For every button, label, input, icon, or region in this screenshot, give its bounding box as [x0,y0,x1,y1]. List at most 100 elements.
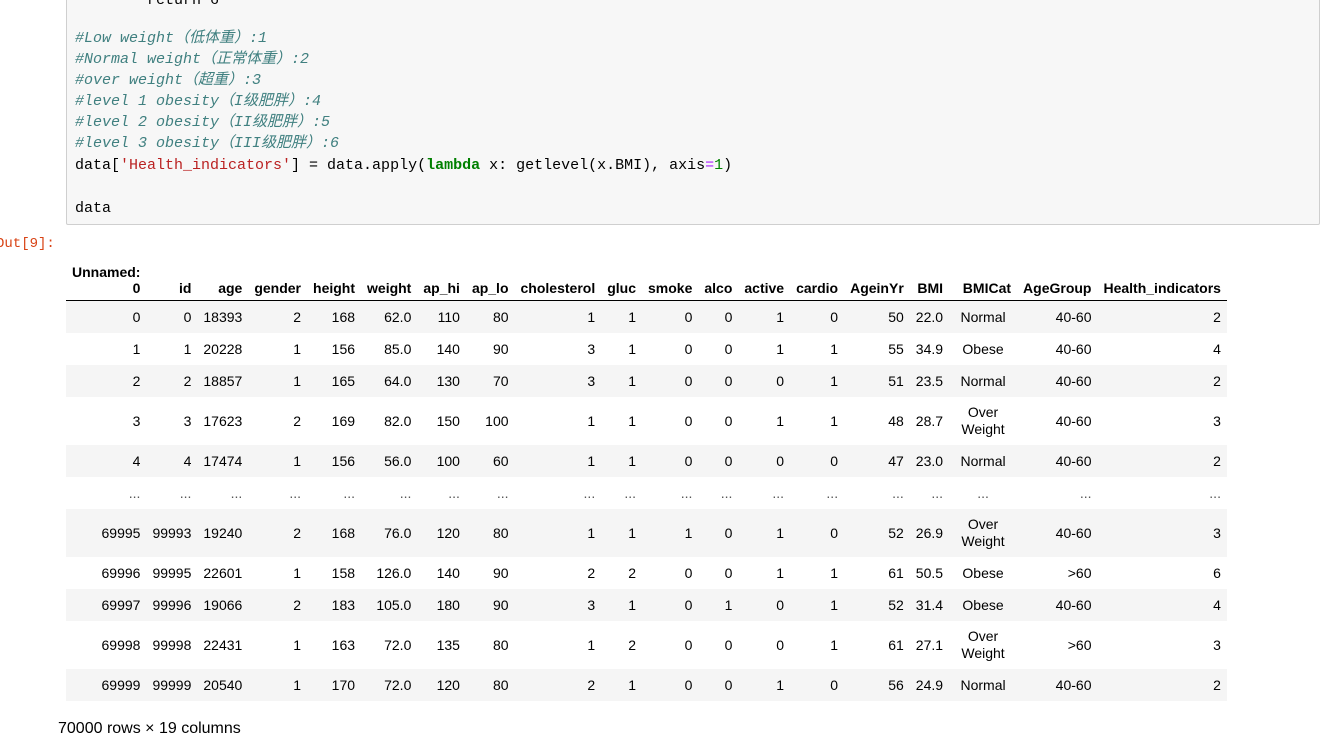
table-cell: 52 [888,525,904,541]
table-cell: 180 [436,597,460,613]
table-cell: 1 [830,597,839,613]
table-cell: 20540 [203,677,243,693]
table-cell: 90 [492,565,509,581]
table-cell: 0 [684,677,693,693]
row-index: 69999 [101,677,141,693]
table-cell: 1 [776,565,785,581]
table-cell: 40-60 [1055,525,1092,541]
table-cell: 0 [684,309,693,325]
header-row: Unnamed: 0 id age gender height weight ap_hi ap… [66,250,1227,301]
table-cell: ... [931,485,944,501]
table-cell: 169 [331,413,356,429]
table-cell: Obese [962,596,1004,613]
table-cell: 3 [1213,637,1221,653]
dataframe-table: Unnamed: 0 id age gender height weight ap_hi ap… [66,250,1227,701]
table-cell: 1 [830,341,839,357]
table-cell: 1 [776,341,785,357]
table-cell: 0 [724,677,733,693]
table-cell: 183 [331,597,356,613]
code-token: ] = data.apply( [291,157,427,174]
table-cell: >60 [1067,637,1092,653]
table-cell: 22.0 [915,309,944,325]
table-cell: 99993 [152,525,192,541]
table-cell: 1 [776,525,785,541]
code-number: 1 [714,157,724,174]
code-token: ) [723,157,733,174]
table-cell: 3 [1213,413,1221,429]
table-cell: 52 [888,597,904,613]
table-cell: 0 [830,525,839,541]
table-cell: 2 [1213,373,1221,389]
table-cell: 1 [684,525,693,541]
code-comment: #Low weight（低体重）:1 [75,30,268,47]
table-cell: Over Weight [961,516,1005,549]
table-cell: 72.0 [384,637,412,653]
table-cell: 165 [331,373,356,389]
table-cell: 130 [436,373,460,389]
table-cell: 0 [776,597,785,613]
table-cell: 1 [628,677,636,693]
table-cell: 140 [436,341,460,357]
table-cell: 1 [587,525,596,541]
table-row: 4 4 17474 1 156 56.0 100 60 1 1 0 0 0 0 47 23.0 Normal 40… [66,445,1227,477]
table-cell: ... [772,485,785,501]
table-cell: 19240 [203,525,243,541]
table-cell: 4 [1213,341,1221,357]
table-cell: 90 [492,597,509,613]
table-cell: 2 [628,637,636,653]
table-cell: 1 [830,565,839,581]
table-cell: 0 [183,309,192,325]
table-cell: 2 [183,373,192,389]
table-cell: 6 [1213,565,1221,581]
row-index: 69997 [101,597,141,613]
table-cell: 61 [888,637,904,653]
column-header: id [146,250,198,301]
column-header: gender [248,250,308,301]
table-cell: 3 [1213,525,1221,541]
table-cell: ... [343,485,356,501]
table-cell: 23.5 [915,373,944,389]
table-cell: 0 [724,453,733,469]
table-cell: 0 [684,597,693,613]
table-cell: 1 [628,413,636,429]
table-cell: 34.9 [915,341,944,357]
code-cell[interactable]: return 6 #Low weight（低体重）:1 #Normal weig… [66,0,1320,225]
column-header: BMI [909,250,950,301]
table-cell: 22601 [203,565,243,581]
table-cell: Normal [960,372,1006,389]
table-cell: 1 [628,373,636,389]
table-cell: 1 [628,453,636,469]
table-cell: 50.5 [915,565,944,581]
table-cell: 40-60 [1055,309,1092,325]
table-cell: Obese [962,340,1004,357]
table-row: 3 3 17623 2 169 82.0 150 100 1 1 0 0 1 1 48 28.7 Over We… [66,397,1227,445]
table-cell: 50 [888,309,904,325]
table-cell: 51 [888,373,904,389]
column-header: BMICat [949,250,1018,301]
column-header: cardio [790,250,845,301]
table-cell: 40-60 [1055,373,1092,389]
table-cell: 1 [628,525,636,541]
code-token: data[ [75,157,121,174]
table-cell: 61 [888,565,904,581]
code-comment: #level 1 obesity（I级肥胖）:4 [75,93,322,110]
table-cell: 0 [724,341,733,357]
output-prompt: Out[9]: [0,236,55,252]
table-cell: 100 [436,453,460,469]
column-header: smoke [642,250,699,301]
table-cell: 2 [628,565,636,581]
table-cell: 47 [888,453,904,469]
table-cell: 0 [684,565,693,581]
table-cell: 62.0 [384,309,412,325]
table-cell: 80 [492,677,509,693]
table-cell: ... [179,485,192,501]
row-index: 69996 [101,565,141,581]
table-cell: Normal [960,676,1006,693]
table-cell: Normal [960,452,1006,469]
code-line-data: data [75,200,112,217]
table-cell: 0 [724,413,733,429]
table-cell: 3 [587,373,596,389]
column-header: cholesterol [514,250,602,301]
table-cell: 40-60 [1055,453,1092,469]
table-cell: 1 [293,677,302,693]
